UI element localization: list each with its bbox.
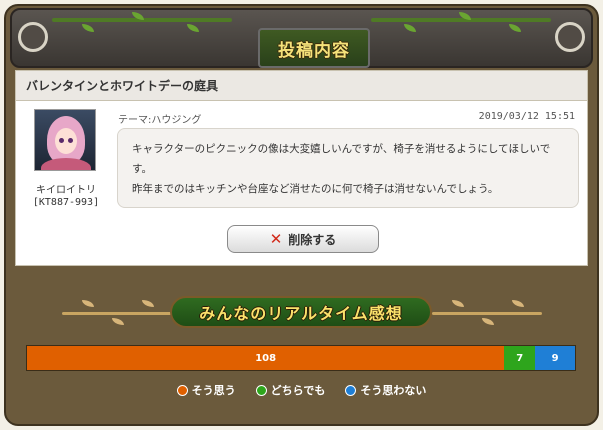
- post-title: バレンタインとホワイトデーの庭具: [16, 71, 587, 101]
- bar-segment-label: 9: [551, 352, 559, 364]
- branch-ornament-left: [62, 312, 172, 315]
- legend-item-disagree: そう思わない: [345, 382, 426, 398]
- blue-dot-icon: [345, 384, 357, 396]
- legend-item-neutral: どちらでも: [255, 382, 326, 398]
- post-theme: テーマ:ハウジング: [118, 115, 202, 126]
- legend-label: そう思わない: [360, 384, 427, 397]
- avatar: [34, 109, 96, 171]
- avatar-shoulder: [41, 158, 91, 170]
- delete-button-label: 削除する: [288, 232, 337, 247]
- orange-dot-icon: [176, 384, 188, 396]
- post-panel: バレンタインとホワイトデーの庭具 キイロイトリ [KT887-993] テーマ:…: [15, 70, 588, 266]
- realtime-legend: そう思う どちらでも そう思わない: [0, 382, 603, 398]
- realtime-banner: みんなのリアルタイム感想: [170, 296, 432, 328]
- post-body-line: 昨年までのはキッチンや台座など消せたのに何で椅子は消せないんでしょう。: [132, 183, 499, 195]
- leaf-icon: [82, 24, 94, 32]
- swirl-ornament-left: [18, 22, 48, 52]
- leaf-icon: [509, 24, 521, 32]
- post-body-line: キャラクターのピクニックの像は大変嬉しいんですが、椅子を消せるようにしてほしいで…: [132, 143, 551, 175]
- branch-ornament-right: [432, 312, 542, 315]
- legend-item-agree: そう思う: [176, 382, 236, 398]
- leaf-icon: [187, 24, 199, 32]
- leaf-icon: [404, 24, 416, 32]
- bar-segment: 9: [535, 346, 575, 370]
- legend-label: どちらでも: [270, 384, 326, 397]
- green-dot-icon: [255, 384, 267, 396]
- swirl-ornament-right: [555, 22, 585, 52]
- user-name: キイロイトリ: [36, 185, 96, 196]
- bar-segment-label: 108: [255, 352, 277, 364]
- bar-segment-label: 7: [516, 352, 524, 364]
- header-banner: 投稿内容: [10, 8, 593, 68]
- post-date: 2019/03/12 15:51: [478, 111, 575, 122]
- bar-segment: 108: [27, 346, 505, 370]
- vine-right: [371, 18, 551, 22]
- legend-label: そう思う: [191, 384, 236, 397]
- avatar-eye: [59, 138, 64, 143]
- bar-segment: 7: [504, 346, 536, 370]
- header-plaque: 投稿内容: [258, 28, 370, 68]
- page-title: 投稿内容: [278, 40, 350, 61]
- avatar-eye: [68, 138, 73, 143]
- realtime-bar: 108 7 9: [26, 345, 576, 371]
- realtime-title: みんなのリアルタイム感想: [199, 304, 403, 323]
- user-id: [KT887-993]: [32, 197, 100, 208]
- delete-button[interactable]: ✕ 削除する: [227, 225, 379, 253]
- close-icon: ✕: [269, 229, 283, 248]
- post-body: キャラクターのピクニックの像は大変嬉しいんですが、椅子を消せるようにしてほしいで…: [117, 128, 579, 208]
